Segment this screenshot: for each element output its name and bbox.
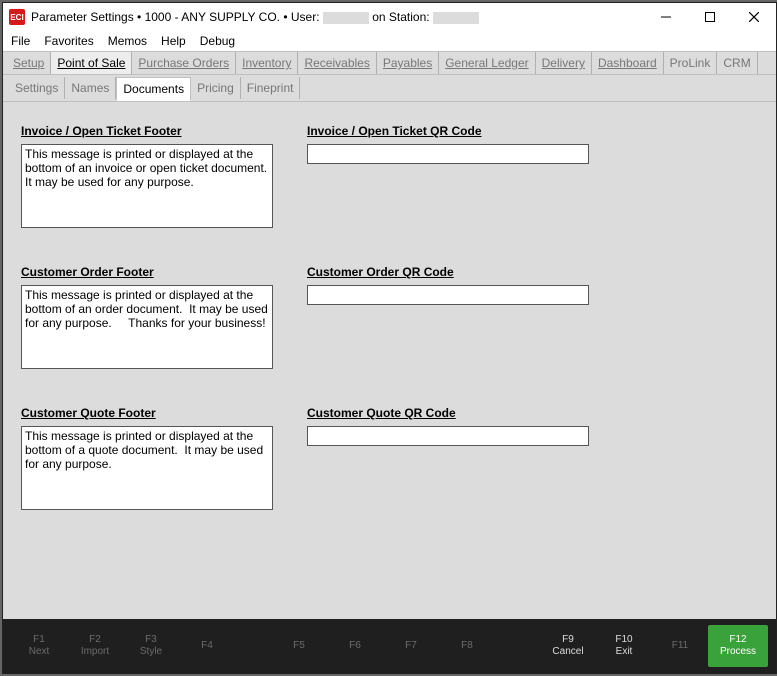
fn-f6[interactable]: F6 (327, 625, 383, 667)
main-tab-bar: Setup Point of Sale Purchase Orders Inve… (3, 51, 776, 75)
label-quote-qr: Customer Quote QR Code (307, 406, 589, 420)
tab-delivery[interactable]: Delivery (536, 52, 592, 74)
tab-general-ledger[interactable]: General Ledger (439, 52, 535, 74)
tab-crm[interactable]: CRM (717, 52, 757, 74)
window-controls (644, 3, 776, 31)
title-bar: ECI Parameter Settings • 1000 - ANY SUPP… (3, 3, 776, 31)
input-order-qr[interactable] (307, 285, 589, 305)
label-invoice-qr: Invoice / Open Ticket QR Code (307, 124, 589, 138)
window-title: Parameter Settings • 1000 - ANY SUPPLY C… (31, 10, 644, 24)
tab-inventory[interactable]: Inventory (236, 52, 298, 74)
tab-payables[interactable]: Payables (377, 52, 439, 74)
sub-tab-bar: Settings Names Documents Pricing Finepri… (3, 75, 776, 102)
subtab-documents[interactable]: Documents (116, 77, 191, 101)
app-window: ECI Parameter Settings • 1000 - ANY SUPP… (2, 2, 777, 674)
function-key-bar: F1Next F2Import F3Style F4 F5 F6 F7 F8 F… (3, 619, 776, 673)
tab-purchase-orders[interactable]: Purchase Orders (132, 52, 236, 74)
input-invoice-qr[interactable] (307, 144, 589, 164)
input-order-footer[interactable] (21, 285, 273, 369)
title-mid: on Station: (372, 10, 429, 24)
title-prefix: Parameter Settings • 1000 - ANY SUPPLY C… (31, 10, 320, 24)
fn-f11[interactable]: F11 (652, 625, 708, 667)
menu-file[interactable]: File (11, 34, 30, 48)
row-invoice: Invoice / Open Ticket Footer Invoice / O… (21, 124, 758, 231)
tab-receivables[interactable]: Receivables (298, 52, 376, 74)
fn-f2[interactable]: F2Import (67, 625, 123, 667)
input-invoice-footer[interactable] (21, 144, 273, 228)
menu-debug[interactable]: Debug (200, 34, 235, 48)
app-icon: ECI (9, 9, 25, 25)
label-quote-footer: Customer Quote Footer (21, 406, 271, 420)
user-redacted (323, 12, 369, 24)
input-quote-footer[interactable] (21, 426, 273, 510)
station-redacted (433, 12, 479, 24)
fn-f1[interactable]: F1Next (11, 625, 67, 667)
content-area: Invoice / Open Ticket Footer Invoice / O… (3, 102, 776, 619)
fn-f4[interactable]: F4 (179, 625, 235, 667)
label-invoice-footer: Invoice / Open Ticket Footer (21, 124, 271, 138)
fn-f9-cancel[interactable]: F9Cancel (540, 625, 596, 667)
subtab-fineprint[interactable]: Fineprint (241, 77, 301, 99)
fn-f12-process[interactable]: F12Process (708, 625, 768, 667)
fn-f8[interactable]: F8 (439, 625, 495, 667)
fn-f3[interactable]: F3Style (123, 625, 179, 667)
minimize-button[interactable] (644, 3, 688, 31)
row-order: Customer Order Footer Customer Order QR … (21, 265, 758, 372)
row-quote: Customer Quote Footer Customer Quote QR … (21, 406, 758, 513)
subtab-settings[interactable]: Settings (9, 77, 65, 99)
tab-point-of-sale[interactable]: Point of Sale (51, 52, 132, 74)
tab-prolink[interactable]: ProLink (664, 52, 718, 74)
menu-favorites[interactable]: Favorites (44, 34, 93, 48)
menu-bar: File Favorites Memos Help Debug (3, 31, 776, 51)
subtab-pricing[interactable]: Pricing (191, 77, 241, 99)
subtab-names[interactable]: Names (65, 77, 116, 99)
menu-memos[interactable]: Memos (108, 34, 147, 48)
maximize-button[interactable] (688, 3, 732, 31)
close-button[interactable] (732, 3, 776, 31)
fn-f10-exit[interactable]: F10Exit (596, 625, 652, 667)
fn-f5[interactable]: F5 (271, 625, 327, 667)
label-order-footer: Customer Order Footer (21, 265, 271, 279)
label-order-qr: Customer Order QR Code (307, 265, 589, 279)
input-quote-qr[interactable] (307, 426, 589, 446)
fn-f7[interactable]: F7 (383, 625, 439, 667)
tab-setup[interactable]: Setup (7, 52, 51, 74)
tab-dashboard[interactable]: Dashboard (592, 52, 664, 74)
menu-help[interactable]: Help (161, 34, 186, 48)
